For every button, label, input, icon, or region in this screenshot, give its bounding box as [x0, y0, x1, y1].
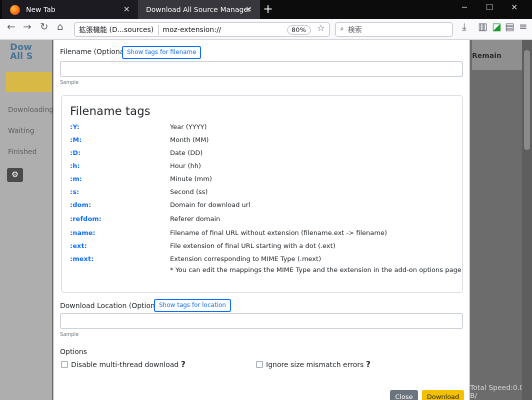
ignore-size-mismatch-label: Ignore size mismatch errors ?: [266, 360, 371, 369]
options-label: Options: [60, 348, 88, 356]
location-label: Download Location (Optional): [60, 302, 164, 310]
downloads-icon[interactable]: ⤓: [462, 22, 466, 33]
background-logo: Dow All S: [10, 43, 33, 62]
new-tab-plus-icon[interactable]: +: [263, 2, 273, 16]
ignore-size-mismatch-checkbox[interactable]: [256, 361, 263, 368]
background-add-button: [6, 72, 52, 92]
extension-identity: 拡張機能 (D...sources): [79, 25, 154, 34]
reader-icon[interactable]: ▤: [505, 22, 514, 33]
window-close-icon[interactable]: ✕: [511, 3, 518, 12]
background-sidebar-waiting: Waiting: [8, 127, 35, 135]
home-icon[interactable]: ⌂: [57, 22, 63, 33]
filename-tags-card: Filename tags :Y: Year (YYYY) :M: Month (M…: [61, 95, 463, 293]
show-tags-location-button[interactable]: Show tags for location: [154, 299, 231, 312]
url-text: moz-extension://: [162, 25, 222, 34]
close-icon[interactable]: ✕: [245, 5, 252, 14]
background-sidebar-finished: Finished: [8, 148, 37, 156]
search-icon: ⌕: [340, 25, 344, 33]
disable-multithread-label: Disable multi-thread download ?: [71, 360, 186, 369]
search-placeholder: 検索: [347, 25, 362, 34]
filename-input[interactable]: [60, 61, 463, 77]
tab-title: Download All Source Manager: [146, 5, 251, 14]
back-icon[interactable]: ←: [7, 22, 15, 33]
bookmark-star-icon[interactable]: ☆: [317, 24, 325, 34]
firefox-icon: [10, 4, 20, 15]
location-sample: Sample: [60, 332, 79, 338]
title-bar: New Tab ✕ Download All Source Manager ✕ …: [0, 0, 532, 19]
scrollbar-thumb[interactable]: [524, 50, 530, 150]
zoom-badge[interactable]: 80%: [286, 24, 311, 35]
location-input[interactable]: [60, 313, 463, 329]
download-button[interactable]: Download: [422, 390, 464, 400]
search-input[interactable]: ⌕ 検索: [335, 22, 453, 37]
filename-label: Filename (Optional): [60, 48, 129, 56]
url-bar[interactable]: 拡張機能 (D...sources) moz-extension:// 80% …: [74, 22, 330, 37]
filename-sample: Sample: [60, 80, 79, 86]
show-tags-filename-button[interactable]: Show tags for filename: [122, 46, 202, 59]
reload-icon[interactable]: ↻: [40, 22, 48, 33]
tab-title: New Tab: [26, 5, 56, 14]
menu-icon[interactable]: ≡: [519, 22, 527, 33]
gear-icon: ⚙: [7, 168, 23, 182]
tab-download-all-source-manager[interactable]: Download All Source Manager ✕: [138, 0, 260, 19]
tab-new-tab[interactable]: New Tab ✕: [2, 0, 138, 19]
close-icon[interactable]: ✕: [123, 5, 130, 14]
help-icon: ?: [180, 360, 186, 369]
extension-icon[interactable]: ◪: [492, 22, 501, 33]
forward-icon[interactable]: →: [23, 22, 31, 33]
add-download-modal: Filename (Optional) Show tags for filena…: [53, 40, 470, 400]
background-sidebar-downloading: Downloading: [8, 106, 54, 114]
disable-multithread-checkbox[interactable]: [61, 361, 68, 368]
library-icon[interactable]: ▥: [478, 22, 487, 33]
background-sidebar: [0, 40, 52, 400]
close-button[interactable]: Close: [390, 390, 418, 400]
maximize-icon[interactable]: ☐: [486, 3, 493, 12]
background-column-remain: Remain: [472, 52, 502, 60]
help-icon: ?: [365, 360, 371, 369]
filename-tags-title: Filename tags: [70, 104, 151, 118]
minimize-icon[interactable]: ─: [462, 3, 467, 12]
